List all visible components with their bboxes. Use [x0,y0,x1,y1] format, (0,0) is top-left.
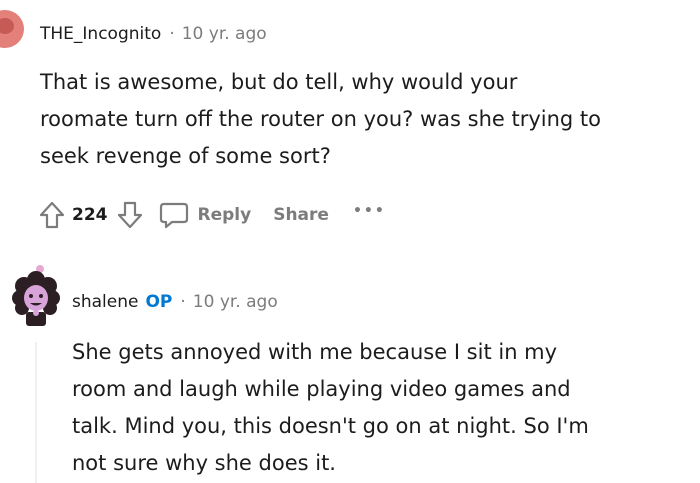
comment-bubble-icon [158,200,190,230]
comment-line: seek revenge of some sort? [40,144,331,168]
comment-line: not sure why she does it. [72,451,336,475]
share-button[interactable]: Share [273,205,329,225]
comment-line: roomate turn off the router on you? was … [40,107,602,131]
comment-meta: shalene OP · 10 yr. ago [72,292,278,312]
username[interactable]: THE_Incognito [40,24,161,44]
vote-count: 224 [72,205,108,225]
thread-line[interactable] [35,342,37,483]
meta-separator: · [180,292,186,312]
action-bar: 224 Reply Share ••• [38,200,386,230]
username[interactable]: shalene [72,292,138,312]
comment-line: room and laugh while playing video games… [72,377,571,401]
comment-body: That is awesome, but do tell, why would … [40,64,601,175]
comment-line: She gets annoyed with me because I sit i… [72,340,558,364]
reply-button[interactable]: Reply [158,200,252,230]
downvote-icon[interactable] [116,200,144,230]
meta-separator: · [169,24,175,44]
timestamp[interactable]: 10 yr. ago [193,292,278,312]
timestamp[interactable]: 10 yr. ago [182,24,267,44]
comment-body: She gets annoyed with me because I sit i… [72,334,589,482]
avatar[interactable] [10,264,62,326]
avatar[interactable] [0,10,24,48]
comment-line: talk. Mind you, this doesn't go on at ni… [72,414,589,438]
reply-label: Reply [197,205,252,225]
comment-meta: THE_Incognito · 10 yr. ago [40,24,267,44]
upvote-icon[interactable] [38,200,66,230]
op-badge: OP [145,292,173,312]
comment-line: That is awesome, but do tell, why would … [40,70,518,94]
more-options-icon[interactable]: ••• [353,203,386,219]
